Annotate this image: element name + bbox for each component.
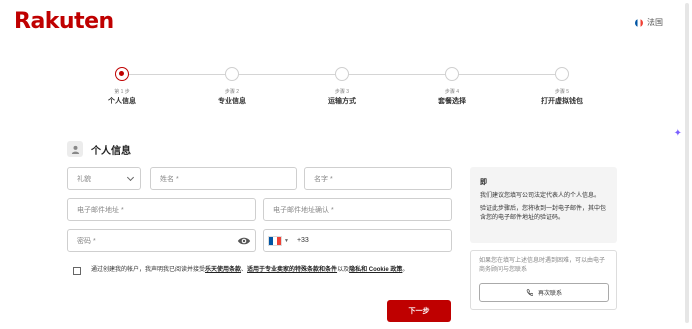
step-connector [349, 74, 445, 75]
step-4-indicator [445, 67, 459, 81]
seller-terms-link[interactable]: 适用于专业卖家的特殊条款和条件 [247, 267, 337, 273]
chevron-down-icon [126, 173, 135, 182]
title-select-value: 礼貌 [77, 175, 91, 183]
step-2-number: 步骤 2 [224, 89, 240, 95]
terms-row: 通过创建我的帐户，我声明我已阅读并接受乐天使用条款、适用于专业卖家的特殊条款和条… [73, 266, 453, 275]
info-paragraph-1: 我们建议您填写公司法定代表人的个人信息。 [480, 193, 601, 199]
section-title: 个人信息 [91, 145, 131, 157]
sparkle-icon[interactable]: ✦ [674, 128, 682, 139]
terms-of-use-link[interactable]: 乐天使用条款 [205, 267, 241, 273]
contact-again-label: 再次联系 [537, 291, 562, 297]
privacy-policy-link[interactable]: 隐私和 Cookie 政策 [349, 267, 402, 273]
step-4-number: 步骤 4 [444, 89, 460, 95]
info-panel: 即 我们建议您填写公司法定代表人的个人信息。 验证此步骤后，您将收到一封电子邮件… [470, 167, 617, 243]
step-1-label: 个人信息 [108, 98, 136, 105]
user-icon [67, 141, 83, 157]
info-paragraph-2: 验证此步骤后，您将收到一封电子邮件，其中包含您的电子邮件地址的验证码。 [480, 206, 607, 221]
next-button[interactable]: 下一步 [387, 300, 451, 322]
section-header: 个人信息 [67, 141, 131, 157]
last-name-field[interactable]: 名字 * [304, 167, 452, 190]
step-5-number: 步骤 5 [554, 89, 570, 95]
terms-joiner: 以及 [337, 267, 350, 273]
step-3-label: 运输方式 [328, 98, 356, 105]
step-connector [459, 74, 555, 75]
step-connector [129, 74, 225, 75]
info-title: 即 [480, 179, 487, 186]
first-name-field[interactable]: 姓名 * [150, 167, 297, 190]
email-field[interactable]: 电子邮件地址 * [67, 198, 256, 221]
eye-icon[interactable] [237, 235, 251, 247]
contact-text: 如果您在填写上述信息时遇到困难，可以由电子商务顾问与您联系 [479, 258, 606, 273]
terms-suffix: 。 [402, 267, 409, 273]
progress-stepper: 第 1 步 个人信息 步骤 2 专业信息 步骤 3 运输方式 步骤 4 套餐选择… [0, 0, 692, 110]
france-flag-icon[interactable] [268, 235, 282, 246]
terms-prefix: 通过创建我的帐户，我声明我已阅读并接受 [91, 267, 206, 273]
step-connector [239, 74, 335, 75]
contact-again-button[interactable]: 再次联系 [479, 283, 609, 302]
title-select[interactable]: 礼貌 [67, 167, 141, 190]
step-2-indicator [225, 67, 239, 81]
email-confirm-field[interactable]: 电子邮件地址确认 * [263, 198, 452, 221]
contact-panel: 如果您在填写上述信息时遇到困难，可以由电子商务顾问与您联系 再次联系 [470, 250, 617, 310]
step-5-indicator [555, 67, 569, 81]
step-5-label: 打开虚拟钱包 [541, 98, 583, 105]
password-placeholder: 密码 * [77, 237, 96, 245]
step-2-label: 专业信息 [218, 98, 246, 105]
terms-text: 通过创建我的帐户，我声明我已阅读并接受乐天使用条款、适用于专业卖家的特殊条款和条… [91, 266, 408, 275]
phone-field[interactable]: ▼ +33 [263, 229, 452, 252]
phone-icon [526, 289, 533, 296]
step-3-indicator [335, 67, 349, 81]
first-name-placeholder: 姓名 * [160, 175, 179, 183]
step-1-number: 第 1 步 [114, 89, 130, 95]
email-confirm-placeholder: 电子邮件地址确认 * [273, 206, 334, 214]
step-1-indicator [115, 67, 129, 81]
last-name-placeholder: 名字 * [314, 175, 333, 183]
phone-code: +33 [296, 237, 309, 244]
password-field[interactable]: 密码 * [67, 229, 256, 252]
step-4-label: 套餐选择 [438, 98, 466, 105]
email-placeholder: 电子邮件地址 * [77, 206, 124, 214]
chevron-down-icon[interactable]: ▼ [284, 238, 289, 244]
terms-checkbox[interactable] [73, 267, 81, 275]
step-3-number: 步骤 3 [334, 89, 350, 95]
